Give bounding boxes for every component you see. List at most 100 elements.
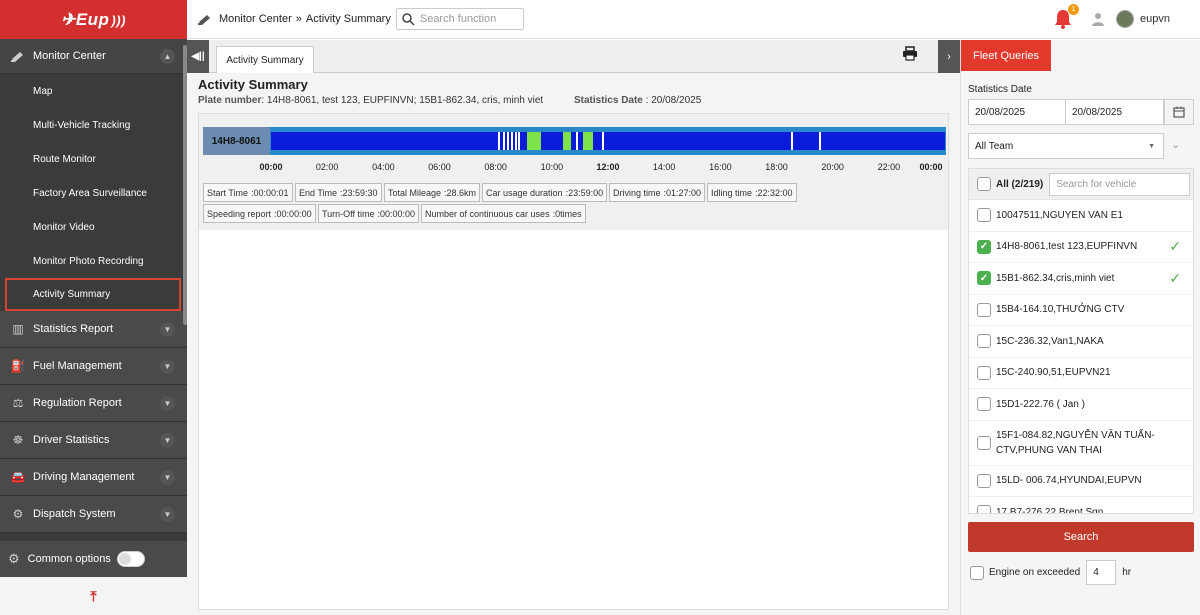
sidebar-item-activity-summary[interactable]: Activity Summary [5,278,181,311]
sidebar-section-label: Driving Management [33,471,135,483]
engine-on-exceeded: Engine on exceeded 4 hr [970,560,1131,585]
stat-label: Speeding report [207,208,272,219]
search-function-input[interactable]: Search function [395,8,524,30]
team-select[interactable]: All Team ▼ [968,133,1164,159]
vehicle-checkbox[interactable] [977,397,991,412]
statistics-date-label: Statistics Date [573,95,643,106]
vehicle-checkbox[interactable] [977,365,991,380]
sidebar-section-fuel-management[interactable]: ⛽ Fuel Management ▼ [0,348,187,385]
timeline-tick-label: 00:00 [259,162,283,172]
sidebar-section-regulation-report[interactable]: ⚖ Regulation Report ▼ [0,385,187,422]
notification-button[interactable]: 1 [1053,4,1080,30]
timeline-tick-label: 12:00 [596,162,620,172]
breadcrumb-section[interactable]: Monitor Center [219,13,292,25]
chevron-down-icon[interactable]: ⌄ [1171,138,1180,151]
vehicle-search-placeholder: Search for vehicle [1056,178,1137,190]
stat-label: Start Time [207,187,249,198]
vehicle-checkbox[interactable] [977,435,991,450]
vehicle-list-item[interactable]: 15D1-222.76 ( Jan ) [969,389,1193,421]
sidebar-item-map[interactable]: Map [0,74,187,108]
stat-label: Driving time [613,187,661,198]
avatar[interactable] [1116,10,1135,28]
vehicle-checkbox[interactable] [977,505,991,513]
username[interactable]: eupvn [1140,13,1170,25]
signal-icon: ))) [111,12,126,28]
date-to-input[interactable]: 20/08/2025 [1065,99,1164,125]
header: Monitor Center » Activity Summary Search… [187,0,1200,39]
tab-fleet-queries[interactable]: Fleet Queries [961,40,1051,71]
chevron-down-icon[interactable]: ▼ [160,506,175,522]
sidebar-item-route-monitor[interactable]: Route Monitor [0,142,187,176]
vehicle-list-item[interactable]: 10047511,NGUYEN VAN E1 [969,200,1193,232]
vehicle-list-item[interactable]: 15B4-164.10,THƯỞNG CTV [969,295,1193,326]
tab-label: Activity Summary [226,54,304,66]
engine-exceeded-checkbox[interactable] [970,565,984,580]
date-to-value: 20/08/2025 [1072,106,1123,118]
chevron-down-icon[interactable]: ▼ [160,469,175,485]
bar-chart-icon: ▥ [12,322,24,336]
sidebar-item-multi-vehicle-tracking[interactable]: Multi-Vehicle Tracking [0,108,187,142]
logo[interactable]: ✈Eup))) [0,0,187,39]
tab-activity-summary[interactable]: Activity Summary [216,46,314,73]
sidebar-item-monitor-photo-recording[interactable]: Monitor Photo Recording [0,244,187,278]
common-options-toggle[interactable] [117,551,145,567]
chevron-down-icon[interactable]: ▼ [160,358,175,374]
vehicle-checkbox[interactable] [977,208,991,223]
chevron-down-icon[interactable]: ▼ [160,432,175,448]
chevron-down-icon[interactable]: ▼ [160,321,175,337]
vehicle-checkbox[interactable]: ✓ [977,271,991,286]
select-all-label: All (2/219) [996,178,1044,190]
vehicle-list-item[interactable]: 17 B7-276.22 Brent Sgn [969,497,1193,514]
sidebar-section-dispatch-system[interactable]: ⚙ Dispatch System ▼ [0,496,187,533]
chevron-down-icon[interactable]: ▼ [160,395,175,411]
vehicle-list-item[interactable]: 15F1-084.82,NGUYỄN VĂN TUẤN-CTV,PHUNG VA… [969,421,1193,466]
vehicle-list: All (2/219) Search for vehicle 10047511,… [968,168,1194,514]
vehicle-list-item[interactable]: ✓ 15B1-862.34,cris,minh viet ✓ [969,263,1193,295]
engine-hours-input[interactable]: 4 [1086,560,1117,585]
page-title: Activity Summary [198,77,308,92]
breadcrumb: Monitor Center » Activity Summary [197,12,391,26]
vehicle-checkbox[interactable] [977,473,991,488]
sidebar-item-factory-area-surveillance[interactable]: Factory Area Surveillance [0,176,187,210]
timeline-bar[interactable] [270,127,946,155]
vehicle-search-input[interactable]: Search for vehicle [1049,172,1191,196]
vehicle-name: 15F1-084.82,NGUYỄN VĂN TUẤN-CTV,PHUNG VA… [996,429,1155,456]
user-settings-icon[interactable] [1090,11,1106,27]
search-button[interactable]: Search [968,522,1194,552]
sidebar-item-monitor-video[interactable]: Monitor Video [0,210,187,244]
vehicle-list-item[interactable]: 15LD- 006.74,HYUNDAI,EUPVN [969,466,1193,497]
vehicle-checkbox[interactable] [977,334,991,349]
date-from-input[interactable]: 20/08/2025 [968,99,1066,125]
collapse-sidebar-button[interactable]: ◀|| [187,40,209,73]
breadcrumb-page: Activity Summary [305,13,391,25]
dropdown-arrow-icon: ▼ [1148,142,1155,150]
vehicle-name: 17 B7-276.22 Brent Sgn [996,506,1104,514]
collapse-right-panel-button[interactable]: › [938,40,960,73]
scroll-top-button[interactable]: ⤒ [0,577,187,615]
vehicle-name: 10047511,NGUYEN VAN E1 [996,209,1123,221]
stat-box: Start Time:00:00:01 [203,183,293,202]
calendar-button[interactable] [1164,99,1194,125]
vehicle-list-item[interactable]: 15C-236.32,Van1,NAKA [969,326,1193,358]
select-all-checkbox[interactable] [977,177,991,191]
vehicle-list-item[interactable]: 15C-240.90,51,EUPVN21 [969,358,1193,389]
sidebar-section-statistics-report[interactable]: ▥ Statistics Report ▼ [0,311,187,348]
vehicle-list-item[interactable]: ✓ 14H8-8061,test 123,EUPFINVN ✓ [969,232,1193,263]
sidebar-section-driving-management[interactable]: 🚘 Driving Management ▼ [0,459,187,496]
vehicle-name: 14H8-8061,test 123,EUPFINVN [996,241,1138,253]
chevron-up-icon[interactable]: ▲ [160,48,175,64]
vehicle-checkbox[interactable] [977,302,991,317]
sidebar-section-monitor-center[interactable]: Monitor Center ▲ [0,39,187,74]
timeline-track [271,132,945,150]
timeline-tick-label: 08:00 [484,162,507,172]
vehicle-checkbox[interactable]: ✓ [977,239,991,254]
stat-value: :23:59:30 [340,187,378,198]
sidebar-section-driver-statistics[interactable]: ☸ Driver Statistics ▼ [0,422,187,459]
fuel-pump-icon: ⛽ [10,359,26,373]
common-options[interactable]: ⚙ Common options [0,541,187,577]
print-icon[interactable] [902,46,918,61]
stat-box: Idling time:22:32:00 [707,183,797,202]
sidebar-section-label: Monitor Center [33,50,106,62]
stat-box: Turn-Off time:00:00:00 [318,204,420,223]
common-options-label: Common options [27,553,111,565]
